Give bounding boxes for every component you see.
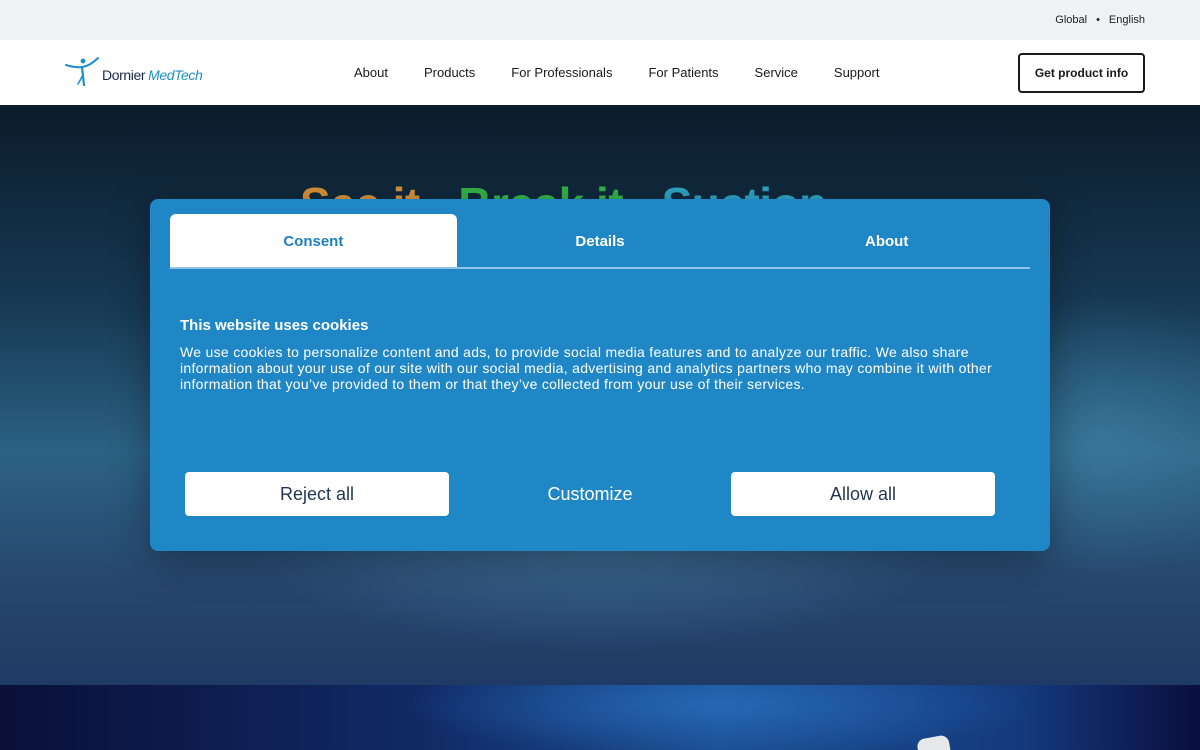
nav-for-patients[interactable]: For Patients: [648, 65, 718, 80]
main-nav: About Products For Professionals For Pat…: [354, 40, 915, 105]
nav-support[interactable]: Support: [834, 65, 880, 80]
allow-all-button[interactable]: Allow all: [731, 472, 995, 516]
logo-text-secondary: MedTech: [148, 67, 203, 83]
product-visual-strip: [0, 685, 1200, 750]
consent-body-text: We use cookies to personalize content an…: [180, 344, 993, 392]
language-selector[interactable]: English: [1109, 14, 1145, 26]
consent-title: This website uses cookies: [180, 317, 369, 334]
tab-consent[interactable]: Consent: [170, 214, 457, 268]
logo-text-primary: Dornier: [102, 67, 146, 83]
logo-figure-icon: [65, 57, 99, 87]
product-image: [916, 734, 952, 750]
separator-dot: •: [1096, 14, 1100, 26]
nav-service[interactable]: Service: [755, 65, 798, 80]
nav-products[interactable]: Products: [424, 65, 475, 80]
nav-about[interactable]: About: [354, 65, 388, 80]
customize-button[interactable]: Customize: [458, 472, 722, 516]
logo[interactable]: Dornier MedTech: [64, 55, 203, 87]
cookie-consent-dialog: Consent Details About This website uses …: [150, 199, 1050, 551]
nav-for-professionals[interactable]: For Professionals: [511, 65, 612, 80]
consent-tabs: Consent Details About: [170, 214, 1030, 268]
tab-details[interactable]: Details: [457, 214, 744, 268]
utility-bar: Global • English: [0, 0, 1200, 40]
reject-all-button[interactable]: Reject all: [185, 472, 449, 516]
region-selector[interactable]: Global: [1055, 14, 1087, 26]
site-header: Dornier MedTech About Products For Profe…: [0, 40, 1200, 105]
get-product-info-button[interactable]: Get product info: [1018, 53, 1145, 93]
tab-about[interactable]: About: [743, 214, 1030, 268]
tab-divider: [170, 267, 1030, 269]
